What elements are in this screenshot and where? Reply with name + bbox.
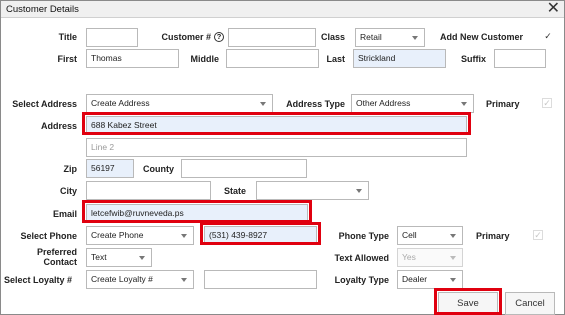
- address-label: Address: [40, 121, 77, 131]
- loyalty-type-value: Dealer: [402, 274, 428, 284]
- chevron-down-icon: [450, 234, 456, 238]
- suffix-label: Suffix: [460, 54, 486, 64]
- class-label: Class: [320, 32, 345, 42]
- select-loyalty-value: Create Loyalty #: [91, 274, 153, 284]
- customer-details-dialog: Customer Details ✕ Title Customer # ? Cl…: [0, 0, 565, 315]
- phone-number-input[interactable]: (531) 439-8927: [204, 226, 317, 245]
- county-label: County: [143, 164, 174, 174]
- loyalty-type-select[interactable]: Dealer: [397, 270, 463, 289]
- suffix-input[interactable]: [494, 49, 546, 68]
- loyalty-number-input[interactable]: [204, 270, 317, 289]
- add-new-customer-checkbox[interactable]: ✓: [543, 31, 553, 41]
- state-label: State: [223, 186, 246, 196]
- help-icon[interactable]: ?: [214, 32, 224, 42]
- class-select-value: Retail: [360, 32, 382, 42]
- customer-number-label: Customer #: [161, 32, 211, 42]
- add-new-customer-label: Add New Customer: [440, 32, 524, 42]
- chevron-down-icon: [139, 256, 145, 260]
- save-button[interactable]: Save: [438, 292, 498, 315]
- phone-type-label: Phone Type: [338, 231, 389, 241]
- select-address-label: Select Address: [12, 99, 77, 109]
- zip-input[interactable]: 56197: [86, 159, 134, 178]
- chevron-down-icon: [356, 189, 362, 193]
- select-phone-dropdown[interactable]: Create Phone: [86, 226, 194, 245]
- title-label: Title: [58, 32, 77, 42]
- select-phone-label: Select Phone: [20, 231, 77, 241]
- state-select[interactable]: [256, 181, 369, 200]
- select-address-value: Create Address: [91, 98, 150, 108]
- last-name-label: Last: [326, 54, 345, 64]
- chevron-down-icon: [260, 102, 266, 106]
- loyalty-type-label: Loyalty Type: [334, 275, 389, 285]
- address-line1-input[interactable]: 688 Kabez Street: [86, 116, 467, 135]
- preferred-contact-label-line2: Contact: [43, 257, 78, 267]
- preferred-contact-select[interactable]: Text: [86, 248, 152, 267]
- cancel-button[interactable]: Cancel: [505, 292, 555, 315]
- chevron-down-icon: [461, 102, 467, 106]
- phone-type-select[interactable]: Cell: [397, 226, 463, 245]
- select-loyalty-dropdown[interactable]: Create Loyalty #: [86, 270, 194, 289]
- city-label: City: [59, 186, 77, 196]
- last-name-input[interactable]: Strickland: [353, 49, 446, 68]
- address-line2-input[interactable]: Line 2: [86, 138, 467, 157]
- text-allowed-select[interactable]: Yes: [397, 248, 463, 267]
- phone-primary-label: Primary: [476, 231, 510, 241]
- select-loyalty-label: Select Loyalty #: [4, 275, 73, 285]
- customer-number-input[interactable]: [228, 28, 316, 47]
- class-select[interactable]: Retail: [355, 28, 425, 47]
- chevron-down-icon: [181, 278, 187, 282]
- title-input[interactable]: [86, 28, 138, 47]
- chevron-down-icon: [412, 36, 418, 40]
- zip-label: Zip: [63, 164, 78, 174]
- chevron-down-icon: [181, 234, 187, 238]
- first-name-input[interactable]: Thomas: [86, 49, 179, 68]
- middle-name-label: Middle: [190, 54, 220, 64]
- preferred-contact-value: Text: [91, 252, 107, 262]
- email-label: Email: [52, 209, 77, 219]
- select-address-dropdown[interactable]: Create Address: [86, 94, 273, 113]
- county-input[interactable]: [181, 159, 307, 178]
- select-phone-value: Create Phone: [91, 230, 144, 240]
- city-input[interactable]: [86, 181, 211, 200]
- address-primary-checkbox[interactable]: ✓: [542, 98, 552, 108]
- chevron-down-icon: [450, 278, 456, 282]
- close-icon[interactable]: ✕: [547, 1, 560, 17]
- address-primary-label: Primary: [486, 99, 520, 109]
- text-allowed-value: Yes: [402, 252, 416, 262]
- address-type-select[interactable]: Other Address: [351, 94, 474, 113]
- first-name-label: First: [57, 54, 77, 64]
- text-allowed-label: Text Allowed: [334, 253, 389, 263]
- dialog-title: Customer Details: [6, 4, 79, 15]
- email-input[interactable]: letcefwib@ruvneveda.ps: [86, 204, 308, 223]
- chevron-down-icon: [450, 256, 456, 260]
- phone-type-value: Cell: [402, 230, 417, 240]
- address-type-label: Address Type: [286, 99, 345, 109]
- phone-primary-checkbox[interactable]: ✓: [533, 230, 543, 240]
- address-type-value: Other Address: [356, 98, 411, 108]
- dialog-titlebar: Customer Details ✕: [1, 1, 564, 18]
- middle-name-input[interactable]: [226, 49, 319, 68]
